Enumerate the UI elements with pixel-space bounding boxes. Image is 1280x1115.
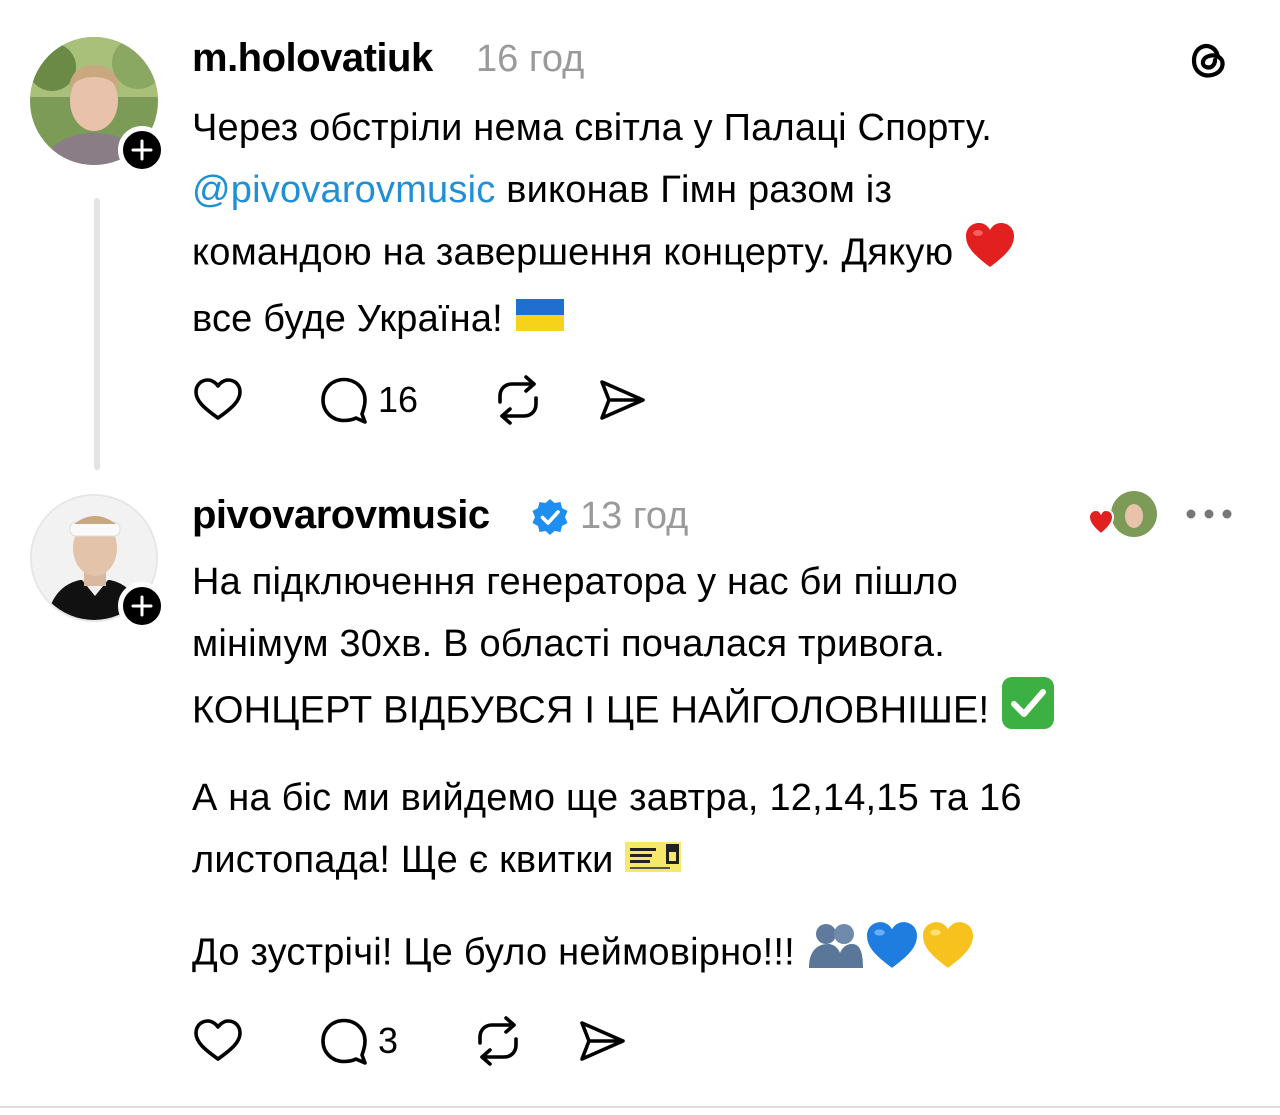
username[interactable]: m.holovatiuk bbox=[192, 36, 433, 81]
share-icon bbox=[600, 380, 645, 420]
more-icon bbox=[1186, 509, 1232, 519]
text-line: На підключення генератора у нас би пішло bbox=[192, 561, 958, 603]
thread-connector-line bbox=[94, 198, 100, 470]
post-actions: 3 bbox=[192, 1015, 680, 1067]
share-icon bbox=[580, 1021, 625, 1061]
ticket-emoji bbox=[624, 831, 682, 893]
text-line: мінімум 30хв. В області почалася тривога… bbox=[192, 623, 946, 665]
threads-logo-icon[interactable] bbox=[1182, 34, 1234, 86]
text-line: До зустрічі! Це було неймовірно!!! bbox=[192, 931, 806, 974]
repost-icon bbox=[478, 1016, 518, 1066]
username[interactable]: pivovarovmusic bbox=[192, 493, 490, 538]
text-line: Через обстріли нема світла у Палаці Спор… bbox=[192, 107, 992, 149]
reply-count: 16 bbox=[378, 379, 419, 420]
heart-icon bbox=[194, 378, 242, 420]
repost-button[interactable] bbox=[492, 374, 544, 426]
yellow-heart-emoji bbox=[920, 920, 976, 989]
share-button[interactable] bbox=[576, 1015, 628, 1067]
like-button[interactable] bbox=[192, 1015, 244, 1067]
post-text-paragraph-2: А на біс ми вийдемо ще завтра, 12,14,15 … bbox=[192, 767, 1232, 893]
text-line: А на біс ми вийдемо ще завтра, 12,14,15 … bbox=[192, 777, 1022, 819]
repost-button[interactable] bbox=[472, 1015, 524, 1067]
verified-badge-icon bbox=[530, 497, 570, 537]
mention-link[interactable]: @pivovarovmusic bbox=[192, 169, 495, 211]
comment-icon bbox=[321, 377, 367, 424]
plus-icon bbox=[131, 595, 153, 617]
text-line: все буде Україна! bbox=[192, 298, 514, 340]
plus-icon bbox=[131, 139, 153, 161]
reply-button[interactable]: 16 bbox=[318, 374, 418, 426]
post-time: 13 год bbox=[580, 495, 689, 537]
text-line: командою на завершення концерту. Дякую bbox=[192, 231, 965, 274]
repost-icon bbox=[498, 375, 538, 425]
post-time: 16 год bbox=[476, 38, 585, 80]
check-mark-emoji bbox=[1000, 675, 1056, 750]
follow-button[interactable] bbox=[118, 582, 166, 630]
share-button[interactable] bbox=[596, 374, 648, 426]
post-text: Через обстріли нема світла у Палаці Спор… bbox=[192, 97, 1232, 352]
follow-button[interactable] bbox=[118, 126, 166, 174]
reply-count: 3 bbox=[378, 1020, 399, 1061]
ukraine-flag-emoji bbox=[514, 290, 566, 352]
red-heart-emoji bbox=[964, 221, 1016, 288]
post-actions: 16 bbox=[192, 374, 700, 426]
heart-icon bbox=[194, 1019, 242, 1061]
text-line: виконав Гімн разом із bbox=[495, 169, 893, 211]
reply-button[interactable]: 3 bbox=[318, 1015, 398, 1067]
liked-by-author-indicator bbox=[1087, 490, 1160, 540]
divider bbox=[0, 1106, 1280, 1108]
text-line: КОНЦЕРТ ВІДБУВСЯ І ЦЕ НАЙГОЛОВНІШЕ! bbox=[192, 689, 1001, 732]
text-line: листопада! Ще є квитки bbox=[192, 839, 625, 881]
more-options-button[interactable] bbox=[1184, 504, 1234, 524]
post-text-paragraph-3: До зустрічі! Це було неймовірно!!! bbox=[192, 920, 1232, 989]
people-hugging-emoji bbox=[806, 920, 864, 989]
like-button[interactable] bbox=[192, 374, 244, 426]
comment-icon bbox=[321, 1018, 367, 1065]
blue-heart-emoji bbox=[864, 920, 920, 989]
post-text: На підключення генератора у нас би пішло… bbox=[192, 551, 1232, 750]
